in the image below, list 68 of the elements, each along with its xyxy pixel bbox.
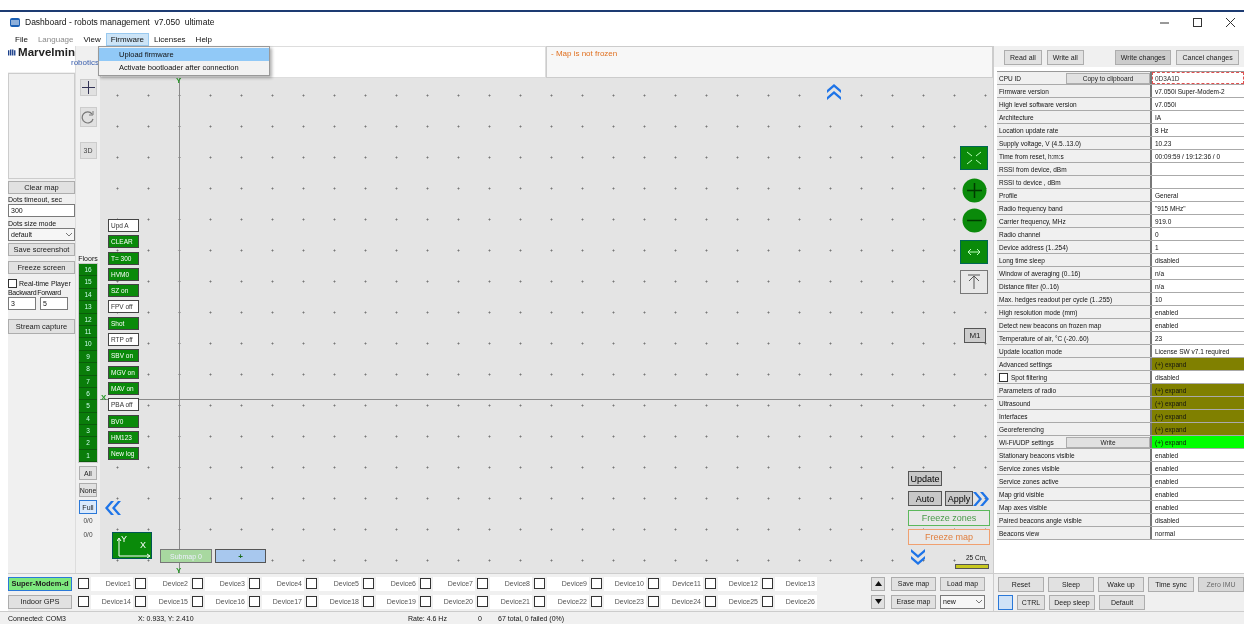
checkbox[interactable]	[8, 279, 17, 288]
checkbox[interactable]	[648, 578, 659, 589]
menu-item[interactable]: Help	[190, 32, 218, 46]
rotate-icon[interactable]	[81, 110, 95, 124]
auto-button[interactable]: Auto	[908, 491, 942, 506]
menu-item[interactable]: Licenses	[149, 32, 191, 46]
checkbox[interactable]	[249, 578, 260, 589]
axis-label: Y	[176, 78, 182, 85]
zoom-in-icon[interactable]	[962, 178, 987, 203]
checkbox[interactable]	[999, 372, 1008, 382]
checkbox[interactable]	[306, 578, 317, 589]
map-status-text: - Map is not frozen	[551, 49, 618, 58]
down-triangle-icon	[874, 599, 882, 604]
crosshair-icon[interactable]	[81, 81, 95, 94]
up-triangle-icon	[874, 581, 882, 586]
scale-bar	[955, 564, 989, 569]
checkbox[interactable]	[192, 578, 203, 589]
logo-text: Marvelmin	[18, 46, 75, 58]
menu-item[interactable]: File	[10, 32, 33, 46]
checkbox[interactable]	[363, 578, 374, 589]
up-arrow-icon[interactable]	[967, 274, 981, 290]
axis-label: Y	[176, 566, 182, 573]
checkbox[interactable]	[477, 596, 488, 607]
checkbox[interactable]	[648, 596, 659, 607]
checkbox[interactable]	[591, 596, 602, 607]
zoom-out-icon[interactable]	[962, 208, 987, 233]
checkbox[interactable]	[192, 596, 203, 607]
window-title: Dashboard - robots management v7.050 ultimate	[25, 17, 215, 27]
checkbox[interactable]	[420, 578, 431, 589]
double-left-chevron-icon[interactable]	[102, 498, 122, 518]
m1-button[interactable]: M1	[964, 328, 986, 343]
app-icon	[10, 17, 20, 27]
checkbox[interactable]	[420, 596, 431, 607]
checkbox[interactable]	[705, 578, 716, 589]
checkbox[interactable]	[363, 596, 374, 607]
double-up-chevron-icon[interactable]	[824, 81, 844, 101]
checkbox[interactable]	[477, 578, 488, 589]
shrink-icon[interactable]	[965, 150, 983, 166]
checkbox[interactable]	[591, 578, 602, 589]
double-down-chevron-icon[interactable]	[908, 548, 928, 568]
update-button[interactable]: Update	[908, 471, 942, 486]
checkbox[interactable]	[249, 596, 260, 607]
menu-item[interactable]: View	[78, 32, 106, 46]
checkbox[interactable]	[534, 578, 545, 589]
logo-subtitle: robotics	[71, 58, 99, 67]
checkbox[interactable]	[762, 596, 773, 607]
checkbox[interactable]	[78, 578, 89, 589]
checkbox[interactable]	[705, 596, 716, 607]
apply-button[interactable]: Apply	[945, 491, 973, 506]
checkbox[interactable]	[306, 596, 317, 607]
menu-item[interactable]: Firmware	[105, 32, 150, 46]
maximize-icon[interactable]	[1192, 17, 1202, 27]
axis-label: X	[101, 393, 107, 402]
toggle-button[interactable]	[998, 595, 1013, 610]
close-icon[interactable]	[1225, 17, 1235, 27]
checkbox[interactable]	[534, 596, 545, 607]
double-right-chevron-icon[interactable]	[972, 489, 992, 509]
add-submap-button[interactable]: +	[215, 549, 266, 563]
scroll-up-button[interactable]	[871, 576, 885, 591]
checkbox[interactable]	[135, 578, 146, 589]
checkbox[interactable]	[78, 596, 89, 607]
logo-icon	[8, 46, 17, 58]
scroll-down-button[interactable]	[871, 594, 885, 609]
checkbox[interactable]	[135, 596, 146, 607]
axes-button[interactable]: Y X	[112, 532, 152, 559]
caret-icon	[66, 232, 72, 237]
checkbox[interactable]	[762, 578, 773, 589]
caret-icon	[976, 599, 982, 604]
